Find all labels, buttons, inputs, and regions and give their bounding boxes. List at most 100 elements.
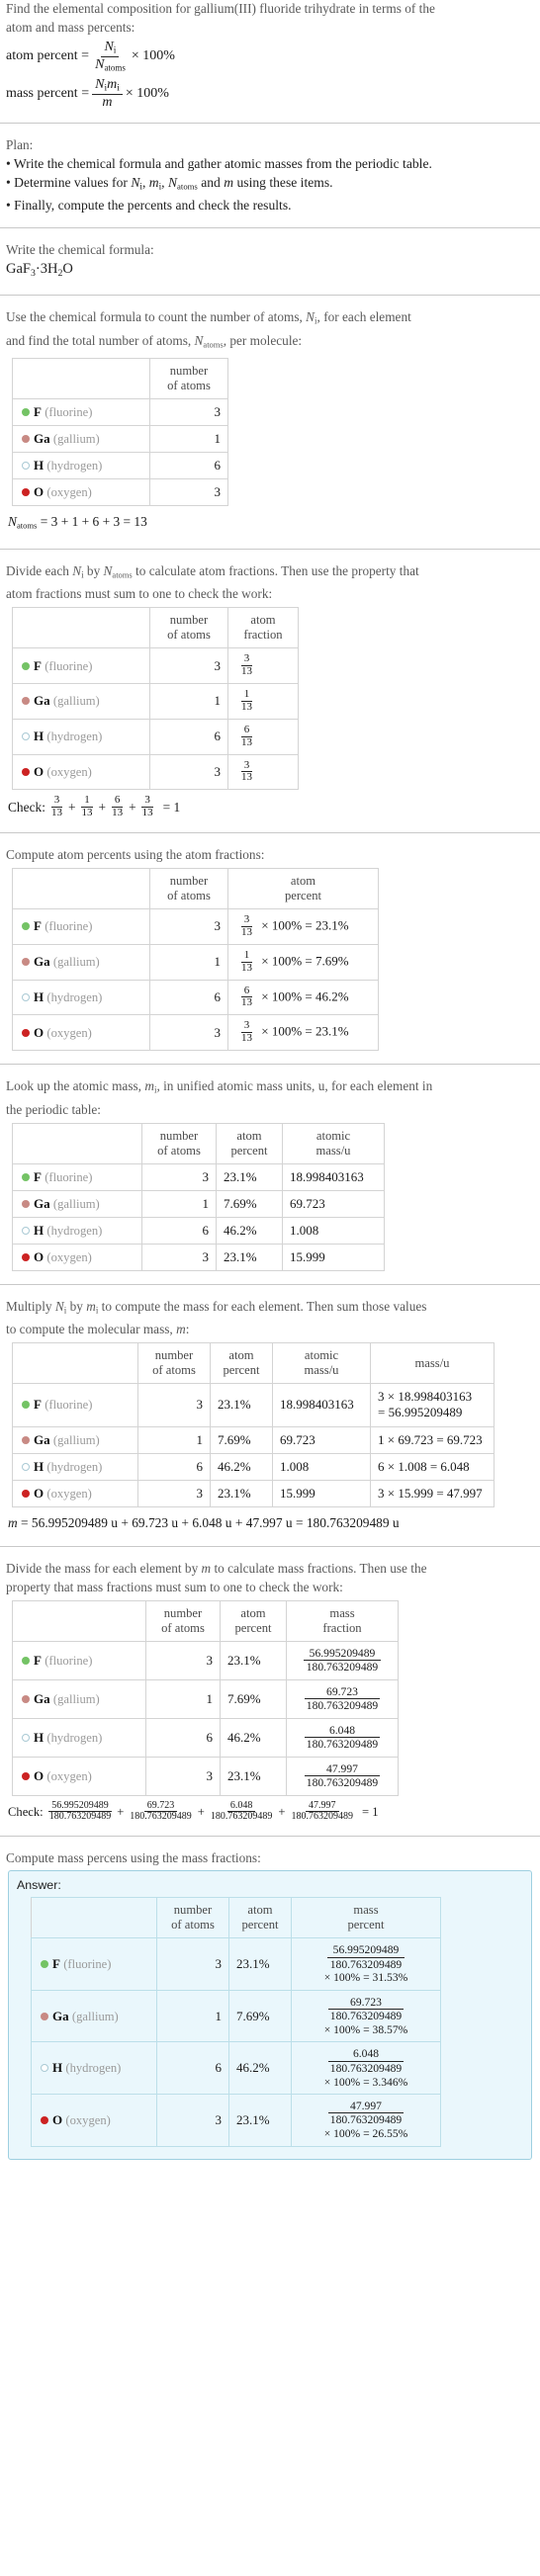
table-row: O (oxygen) 3 23.1% 47.997 180.763209489 ×… xyxy=(31,2093,441,2147)
table-row: F (fluorine) 3 23.1% 56.995209489 180.763… xyxy=(31,1937,441,1991)
atoms-count: 3 xyxy=(137,1479,211,1507)
mass-body: F (fluorine) 3 23.1% 18.998403163 3 × 18… xyxy=(12,1383,495,1507)
check-result: = 1 xyxy=(362,1804,379,1819)
element-hydrogen: H (hydrogen) xyxy=(12,452,150,480)
element-color-dot-icon xyxy=(22,697,30,706)
table-header-row: number of atoms atom percent xyxy=(12,868,379,910)
plan-bullets: • Write the chemical formula and gather … xyxy=(6,155,534,215)
table-row: H (hydrogen) 6 46.2% 1.008 6 × 1.008 = 6… xyxy=(12,1452,495,1481)
element-color-dot-icon xyxy=(22,1489,30,1498)
element-color-dot-icon xyxy=(22,1028,30,1037)
mass-fraction-prompt-1: Divide the mass for each element by m to… xyxy=(6,1560,427,1576)
atomic-mass-value: 69.723 xyxy=(282,1189,385,1218)
element-hydrogen: H (hydrogen) xyxy=(31,2041,157,2095)
fraction-prompt-1: Divide each Ni by Natoms to calculate at… xyxy=(6,562,419,580)
fraction-prompt-2: atom fractions must sum to one to check … xyxy=(6,586,273,602)
element-hydrogen: H (hydrogen) xyxy=(12,1216,142,1245)
table-row: F (fluorine) 3 xyxy=(12,398,228,427)
element-color-dot-icon xyxy=(41,1959,48,1968)
atoms-count: 6 xyxy=(149,452,228,480)
atoms-count: 1 xyxy=(149,425,228,454)
table-header-row: number of atoms atom percent mass fraction xyxy=(12,1599,399,1642)
atoms-count: 6 xyxy=(149,718,228,755)
element-gallium: Ga (gallium) xyxy=(12,425,150,454)
atom-percent-value: 46.2% xyxy=(210,1452,273,1481)
table-row: H (hydrogen) 6 46.2% 6.048 180.763209489 … xyxy=(31,2041,441,2095)
atomic-mass-section: Look up the atomic mass, mi, in unified … xyxy=(0,1077,540,1271)
element-color-dot-icon xyxy=(22,1226,30,1235)
atomic-mass-value: 15.999 xyxy=(272,1479,371,1507)
header-mass-percent: mass percent xyxy=(291,1897,441,1939)
header-atomic-mass: atomic mass/u xyxy=(272,1342,371,1385)
count-prompt-1: Use the chemical formula to count the nu… xyxy=(6,309,411,326)
header-blank xyxy=(31,1897,157,1939)
atoms-count: 6 xyxy=(145,1717,221,1758)
table-row: H (hydrogen) 6 46.2% 1.008 xyxy=(12,1216,385,1245)
mass-section: Multiply Ni by mi to compute the mass fo… xyxy=(0,1298,540,1533)
header-atom-fraction: atom fraction xyxy=(227,607,299,649)
mass-percent-definition: mass percent = Nimi m × 100% xyxy=(6,77,534,110)
atom-percent-value: 23.1% xyxy=(220,1756,287,1796)
mass-percent-body: F (fluorine) 3 23.1% 56.995209489 180.763… xyxy=(31,1937,441,2147)
count-section: Use the chemical formula to count the nu… xyxy=(0,308,540,535)
mass-fraction-value: 56.995209489 180.763209489 xyxy=(286,1640,399,1680)
mass-calc: 3 × 15.999 = 47.997 xyxy=(370,1479,495,1507)
header-mass-u: mass/u xyxy=(370,1342,495,1385)
header-number-of-atoms: number of atoms xyxy=(149,607,228,649)
table-row: H (hydrogen) 6 6 13 xyxy=(12,718,299,755)
element-gallium: Ga (gallium) xyxy=(12,1189,142,1218)
atom-percent-value: 7.69% xyxy=(210,1425,273,1454)
divider xyxy=(0,123,540,125)
element-fluorine: F (fluorine) xyxy=(12,398,150,427)
atom-percent-body: F (fluorine) 3 3 13 × 100% = 23.1% Ga (ga… xyxy=(12,908,379,1052)
table-row: Ga (gallium) 1 1 13 xyxy=(12,683,299,720)
table-row: H (hydrogen) 6 xyxy=(12,452,228,480)
element-color-dot-icon xyxy=(22,661,30,670)
mass-fraction-table: number of atoms atom percent mass fraction … xyxy=(12,1599,399,1796)
element-oxygen: O (oxygen) xyxy=(12,1479,138,1507)
header-number-of-atoms: number of atoms xyxy=(156,1897,229,1939)
plan-bullet-1: • Write the chemical formula and gather … xyxy=(6,156,432,172)
table-header-row: number of atoms atom percent mass percent xyxy=(31,1897,441,1939)
atoms-count: 3 xyxy=(137,1383,211,1427)
element-color-dot-icon xyxy=(22,922,30,931)
element-color-dot-icon xyxy=(22,958,30,967)
atom-fraction-check: Check: 3 13 + 1 13 + 6 13 + 3 13 = 1 xyxy=(8,794,181,819)
mass-fraction-prompt-2: property that mass fractions must sum to… xyxy=(6,1579,343,1594)
table-row: O (oxygen) 3 xyxy=(12,478,228,507)
table-row: H (hydrogen) 6 6 13 × 100% = 46.2% xyxy=(12,979,379,1016)
atoms-count: 3 xyxy=(149,478,228,507)
mass-percent-times-100: × 100% xyxy=(125,85,169,101)
element-color-dot-icon xyxy=(22,1252,30,1261)
element-color-dot-icon xyxy=(22,1199,30,1208)
header-atomic-mass: atomic mass/u xyxy=(282,1122,385,1164)
atom-count-table: number of atoms F (fluorine) 3 Ga (galliu… xyxy=(12,358,228,507)
header-number-of-atoms: number of atoms xyxy=(149,868,228,910)
plan-title: Plan: xyxy=(6,137,34,153)
table-row: F (fluorine) 3 23.1% 18.998403163 xyxy=(12,1162,385,1191)
chemistry-worksheet: Find the elemental composition for galli… xyxy=(0,0,540,2160)
element-color-dot-icon xyxy=(41,2012,48,2020)
atom-percent-table: number of atoms atom percent F (fluorine) … xyxy=(12,868,379,1052)
atom-fraction-value: 1 13 xyxy=(227,683,299,720)
atom-percent-value: 7.69% xyxy=(216,1189,283,1218)
element-oxygen: O (oxygen) xyxy=(31,2093,157,2147)
mass-percent-numerator: Nimi xyxy=(92,77,123,95)
table-row: Ga (gallium) 1 7.69% 69.723 xyxy=(12,1189,385,1218)
divider xyxy=(0,1545,540,1547)
element-color-dot-icon xyxy=(22,462,30,471)
element-hydrogen: H (hydrogen) xyxy=(12,979,150,1016)
header-atom-percent: atom percent xyxy=(227,868,379,910)
mass-fraction-section: Divide the mass for each element by m to… xyxy=(0,1560,540,1824)
element-color-dot-icon xyxy=(22,435,30,444)
header-number-of-atoms: number of atoms xyxy=(137,1342,211,1385)
table-header-row: number of atoms atom fraction xyxy=(12,607,299,649)
atom-percent-label: atom percent = xyxy=(6,48,90,64)
atoms-count: 1 xyxy=(141,1189,217,1218)
element-color-dot-icon xyxy=(22,992,30,1001)
atoms-count: 3 xyxy=(156,2093,229,2147)
element-color-dot-icon xyxy=(41,2064,48,2073)
atoms-count: 3 xyxy=(156,1937,229,1991)
atomic-mass-value: 1.008 xyxy=(272,1452,371,1481)
mass-fraction-value: 69.723 180.763209489 xyxy=(286,1678,399,1719)
